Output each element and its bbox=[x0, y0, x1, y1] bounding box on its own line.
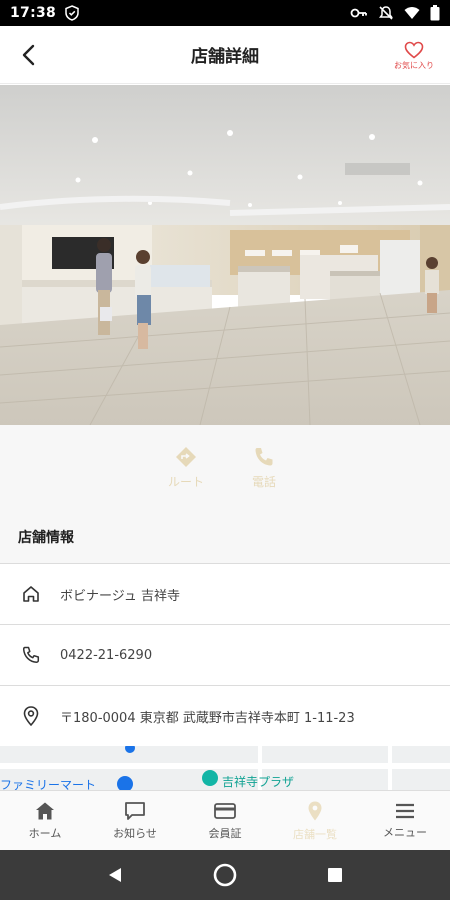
store-info-heading: 店舗情報 bbox=[0, 510, 450, 564]
nav-store-list-label: 店舗一覧 bbox=[293, 827, 337, 841]
card-icon bbox=[214, 802, 236, 819]
store-name-row: ボビナージュ 吉祥寺 bbox=[0, 564, 450, 625]
heart-icon bbox=[404, 41, 424, 59]
status-time: 17:38 bbox=[10, 5, 57, 21]
circle-home-icon bbox=[213, 863, 237, 887]
map-label-plaza: 吉祥寺プラザ bbox=[222, 775, 295, 789]
favorite-button[interactable]: お気に入り bbox=[388, 36, 440, 76]
triangle-back-icon bbox=[109, 868, 121, 882]
chevron-left-icon bbox=[22, 44, 35, 66]
call-button[interactable]: 電話 bbox=[240, 445, 288, 510]
system-back-button[interactable] bbox=[95, 855, 135, 895]
store-photo bbox=[0, 85, 450, 425]
bell-off-icon bbox=[378, 5, 394, 21]
nav-store-list[interactable]: 店舗一覧 bbox=[270, 791, 360, 850]
bottom-navigation: ホーム お知らせ 会員証 店舗一覧 メニュー bbox=[0, 790, 450, 850]
nav-home-label: ホーム bbox=[28, 826, 62, 840]
route-button[interactable]: ルート bbox=[162, 445, 210, 510]
nav-news[interactable]: お知らせ bbox=[90, 791, 180, 850]
nav-news-label: お知らせ bbox=[113, 826, 157, 840]
menu-icon bbox=[396, 803, 414, 818]
nav-menu[interactable]: メニュー bbox=[360, 791, 450, 850]
pin-icon bbox=[308, 801, 322, 820]
key-icon bbox=[350, 6, 368, 20]
system-navigation-bar bbox=[0, 850, 450, 900]
phone-icon bbox=[20, 644, 42, 666]
home-icon bbox=[36, 802, 54, 819]
map-label-familymart: ファミリーマート bbox=[0, 778, 97, 790]
home-icon bbox=[20, 583, 42, 605]
location-pin-icon bbox=[20, 705, 42, 727]
nav-member-card-label: 会員証 bbox=[208, 826, 242, 840]
store-phone-row[interactable]: 0422-21-6290 bbox=[0, 625, 450, 686]
phone-icon bbox=[255, 448, 273, 466]
store-phone: 0422-21-6290 bbox=[60, 647, 153, 663]
store-name: ボビナージュ 吉祥寺 bbox=[60, 588, 180, 604]
call-label: 電話 bbox=[251, 475, 276, 489]
action-row: ルート 電話 bbox=[0, 425, 450, 510]
square-recents-icon bbox=[328, 868, 342, 882]
system-recents-button[interactable] bbox=[315, 855, 355, 895]
map-view[interactable]: ファミリーマート 吉祥寺プラザ bbox=[0, 746, 450, 790]
nav-home[interactable]: ホーム bbox=[0, 791, 90, 850]
route-icon bbox=[176, 447, 196, 467]
chat-icon bbox=[125, 801, 145, 820]
status-bar: 17:38 bbox=[0, 0, 450, 26]
nav-member-card[interactable]: 会員証 bbox=[180, 791, 270, 850]
app-header: 店舗詳細 お気に入り bbox=[0, 26, 450, 84]
wifi-icon bbox=[404, 6, 420, 20]
store-address: 〒180-0004 東京都 武蔵野市吉祥寺本町 1-11-23 bbox=[60, 710, 355, 726]
person-figure bbox=[425, 257, 439, 313]
system-home-button[interactable] bbox=[205, 855, 245, 895]
back-button[interactable] bbox=[12, 38, 46, 72]
battery-icon bbox=[430, 5, 440, 21]
favorite-label: お気に入り bbox=[394, 61, 434, 70]
shield-icon bbox=[64, 5, 80, 21]
nav-menu-label: メニュー bbox=[383, 825, 427, 839]
route-label: ルート bbox=[167, 475, 204, 489]
store-address-row: 〒180-0004 東京都 武蔵野市吉祥寺本町 1-11-23 bbox=[0, 686, 450, 747]
page-title: 店舗詳細 bbox=[191, 47, 259, 67]
